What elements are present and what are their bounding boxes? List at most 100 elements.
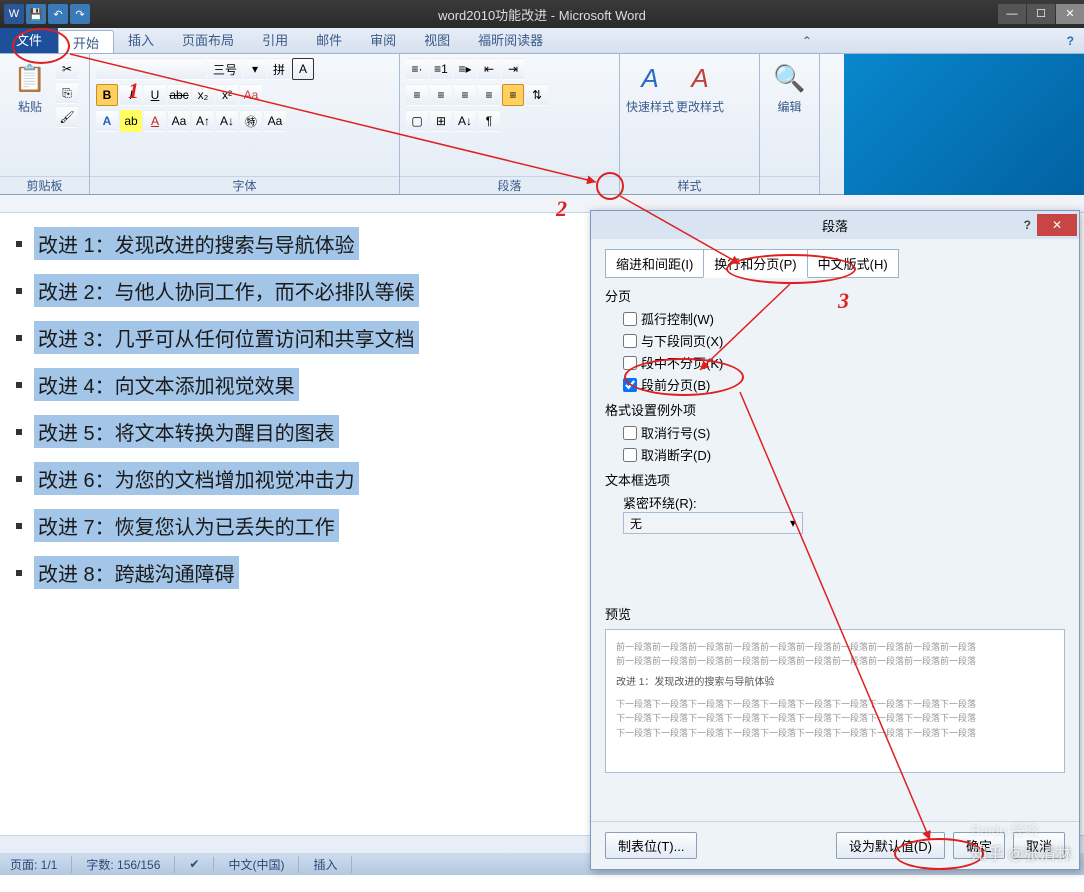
dialog-titlebar[interactable]: 段落 ? ✕	[591, 211, 1079, 239]
align-left-icon[interactable]: ≡	[406, 84, 428, 106]
tab-insert[interactable]: 插入	[114, 28, 168, 53]
shading-icon[interactable]: ▢	[406, 110, 428, 132]
multilevel-icon[interactable]: ≡▸	[454, 58, 476, 80]
quick-styles-icon: A	[632, 60, 668, 96]
checkbox-input[interactable]	[623, 334, 637, 348]
borders-icon[interactable]: ⊞	[430, 110, 452, 132]
shrink-font-icon[interactable]: ▾	[244, 58, 266, 80]
char-border-icon[interactable]: A	[292, 58, 314, 80]
paste-button[interactable]: 📋 粘贴	[6, 58, 54, 172]
char-shading-icon[interactable]: Aa	[168, 110, 190, 132]
list-item[interactable]: 改进 4：向文本添加视觉效果	[16, 368, 580, 401]
tab-view[interactable]: 视图	[410, 28, 464, 53]
list-item[interactable]: 改进 6：为您的文档增加视觉冲击力	[16, 462, 580, 495]
save-icon[interactable]: 💾	[26, 4, 46, 24]
quick-styles-button[interactable]: A 快速样式	[626, 58, 674, 172]
subscript-button[interactable]: x₂	[192, 84, 214, 106]
tab-indent-spacing[interactable]: 缩进和间距(I)	[605, 249, 704, 278]
checkbox-page-break-before[interactable]: 段前分页(B)	[623, 375, 1065, 394]
list-item[interactable]: 改进 1：发现改进的搜索与导航体验	[16, 227, 580, 260]
checkbox-input[interactable]	[623, 312, 637, 326]
shrink-font2-icon[interactable]: A↓	[216, 110, 238, 132]
superscript-button[interactable]: x²	[216, 84, 238, 106]
checkbox-input[interactable]	[623, 356, 637, 370]
dialog-body: 缩进和间距(I) 换行和分页(P) 中文版式(H) 分页 孤行控制(W) 与下段…	[591, 239, 1079, 821]
strike-button[interactable]: abc	[168, 84, 190, 106]
maximize-button[interactable]: ☐	[1027, 4, 1055, 24]
redo-icon[interactable]: ↷	[70, 4, 90, 24]
tab-review[interactable]: 审阅	[356, 28, 410, 53]
line-text: 改进 5：将文本转换为醒目的图表	[34, 415, 339, 448]
distributed-icon[interactable]: ≡	[502, 84, 524, 106]
word-icon[interactable]: W	[4, 4, 24, 24]
numbering-icon[interactable]: ≡1	[430, 58, 452, 80]
checkbox-input[interactable]	[623, 378, 637, 392]
bold-button[interactable]: B	[96, 84, 118, 106]
format-painter-button[interactable]: 🖌	[56, 106, 78, 128]
clear-format-button[interactable]: Aa	[240, 84, 262, 106]
tab-mailings[interactable]: 邮件	[302, 28, 356, 53]
justify-icon[interactable]: ≡	[478, 84, 500, 106]
status-page[interactable]: 页面: 1/1	[10, 856, 72, 873]
font-family-combo[interactable]	[96, 58, 206, 80]
checkbox-keep-lines-together[interactable]: 段中不分页(K)	[623, 353, 1065, 372]
editing-button[interactable]: 🔍 编辑	[766, 58, 813, 172]
increase-indent-icon[interactable]: ⇥	[502, 58, 524, 80]
list-item[interactable]: 改进 5：将文本转换为醒目的图表	[16, 415, 580, 448]
copy-button[interactable]: ⎘	[56, 82, 78, 104]
checkbox-suppress-line-numbers[interactable]: 取消行号(S)	[623, 423, 1065, 442]
highlight-icon[interactable]: ab	[120, 110, 142, 132]
dialog-help-icon[interactable]: ?	[1024, 218, 1031, 232]
close-button[interactable]: ✕	[1056, 4, 1084, 24]
text-effects-icon[interactable]: A	[96, 110, 118, 132]
minimize-button[interactable]: —	[998, 4, 1026, 24]
help-icon[interactable]: ?	[1057, 28, 1084, 53]
cut-button[interactable]: ✂	[56, 58, 78, 80]
checkbox-keep-with-next[interactable]: 与下段同页(X)	[623, 331, 1065, 350]
checkbox-input[interactable]	[623, 448, 637, 462]
list-item[interactable]: 改进 7：恢复您认为已丢失的工作	[16, 509, 580, 542]
tab-line-page-breaks[interactable]: 换行和分页(P)	[703, 249, 807, 278]
list-item[interactable]: 改进 8：跨越沟通障碍	[16, 556, 580, 589]
sort-icon[interactable]: A↓	[454, 110, 476, 132]
document-page[interactable]: 改进 1：发现改进的搜索与导航体验 改进 2：与他人协同工作，而不必排队等候 改…	[16, 227, 580, 589]
section-textbox-options: 文本框选项	[605, 470, 1065, 489]
ribbon-minimize-icon[interactable]: ⌃	[792, 28, 822, 53]
tab-home[interactable]: 开始	[58, 30, 114, 53]
phonetic-guide-icon[interactable]: 拼	[268, 58, 290, 80]
list-item[interactable]: 改进 3：几乎可从任何位置访问和共享文档	[16, 321, 580, 354]
underline-button[interactable]: U	[144, 84, 166, 106]
show-marks-icon[interactable]: ¶	[478, 110, 500, 132]
line-spacing-icon[interactable]: ⇅	[526, 84, 548, 106]
status-words[interactable]: 字数: 156/156	[86, 856, 175, 873]
tab-asian-typography[interactable]: 中文版式(H)	[807, 249, 899, 278]
checkbox-widow-control[interactable]: 孤行控制(W)	[623, 309, 1065, 328]
decrease-indent-icon[interactable]: ⇤	[478, 58, 500, 80]
italic-button[interactable]: I	[120, 84, 142, 106]
grow-font-icon[interactable]: A↑	[192, 110, 214, 132]
tabs-button[interactable]: 制表位(T)...	[605, 832, 697, 859]
status-language[interactable]: 中文(中国)	[228, 856, 299, 873]
tab-layout[interactable]: 页面布局	[168, 28, 248, 53]
status-insert-mode[interactable]: 插入	[313, 856, 352, 873]
tight-wrap-combo[interactable]: 无 ▾	[623, 512, 803, 534]
tab-foxit[interactable]: 福昕阅读器	[464, 28, 557, 53]
font-color-icon[interactable]: A	[144, 110, 166, 132]
font-size-combo[interactable]: 三号	[208, 58, 242, 80]
align-right-icon[interactable]: ≡	[454, 84, 476, 106]
dialog-close-button[interactable]: ✕	[1037, 214, 1077, 236]
bullets-icon[interactable]: ≡·	[406, 58, 428, 80]
undo-icon[interactable]: ↶	[48, 4, 68, 24]
change-case-icon[interactable]: Aa	[264, 110, 286, 132]
align-center-icon[interactable]: ≡	[430, 84, 452, 106]
checkbox-input[interactable]	[623, 426, 637, 440]
line-text: 改进 8：跨越沟通障碍	[34, 556, 239, 589]
tab-file[interactable]: 文件	[0, 28, 58, 53]
checkbox-dont-hyphenate[interactable]: 取消断字(D)	[623, 445, 1065, 464]
status-proof-icon[interactable]: ✔	[189, 857, 214, 871]
change-styles-button[interactable]: A 更改样式	[676, 58, 724, 172]
set-default-button[interactable]: 设为默认值(D)	[836, 832, 945, 859]
enclose-char-icon[interactable]: ㊕	[240, 110, 262, 132]
list-item[interactable]: 改进 2：与他人协同工作，而不必排队等候	[16, 274, 580, 307]
tab-references[interactable]: 引用	[248, 28, 302, 53]
